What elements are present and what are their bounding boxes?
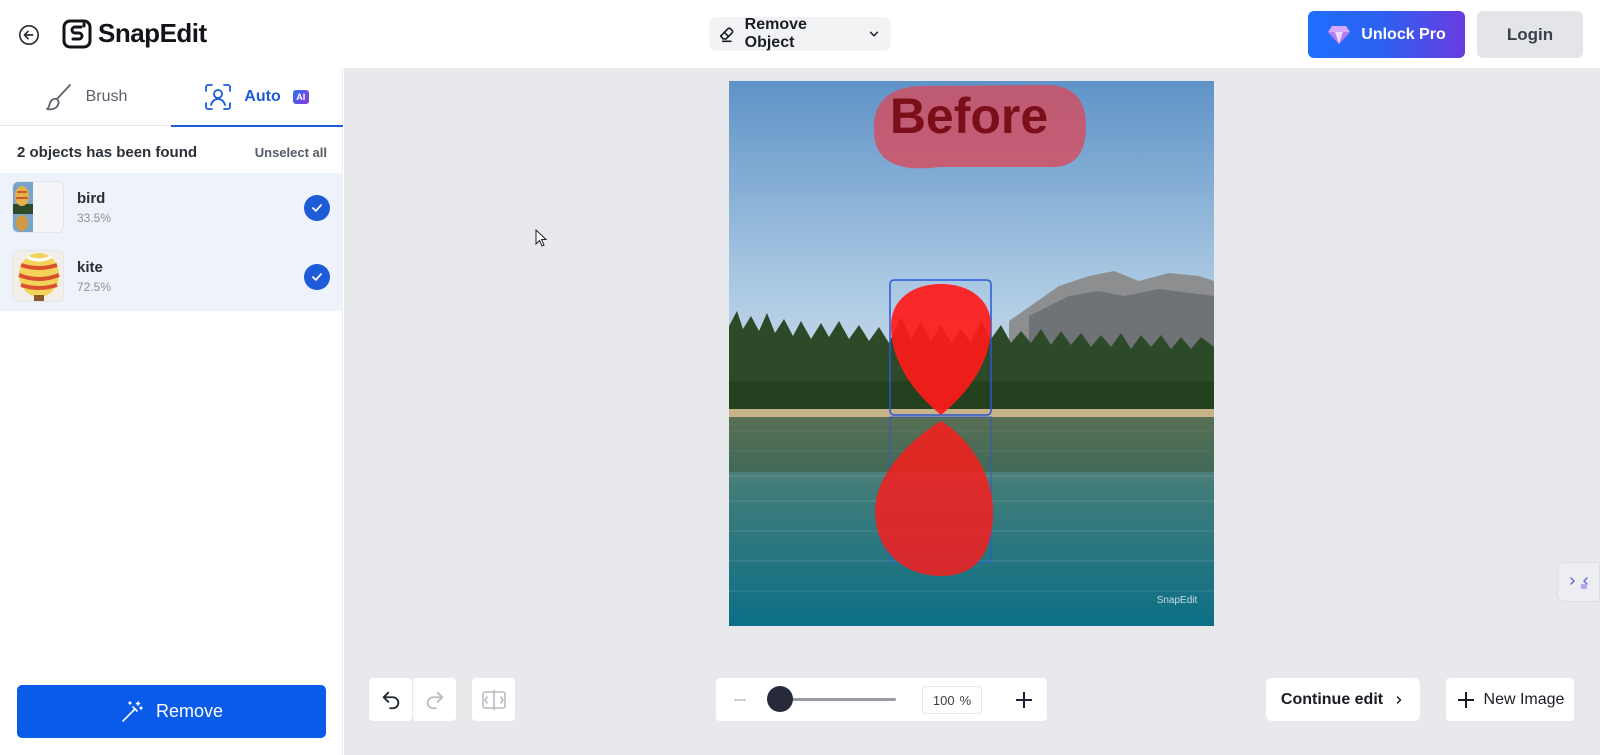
found-summary: 2 objects has been found Unselect all [17, 144, 327, 161]
object-thumbnail [12, 181, 64, 233]
sidebar-panel: Brush Auto AI 2 objects has been found U… [0, 68, 343, 755]
compare-side-handle[interactable] [1557, 562, 1600, 602]
object-confidence: 33.5% [77, 211, 112, 225]
face-scan-icon [205, 84, 232, 110]
compare-icon [481, 689, 506, 710]
object-thumbnail [12, 250, 64, 302]
before-overlay-text: Before [890, 88, 1048, 144]
unselect-all-button[interactable]: Unselect all [255, 145, 327, 160]
chevron-down-icon [867, 27, 881, 41]
tab-auto[interactable]: Auto AI [171, 68, 343, 127]
logo-text: SnapEdit [98, 18, 207, 48]
zoom-slider-track[interactable] [780, 698, 896, 701]
new-image-label: New Image [1483, 690, 1565, 708]
zoom-slider-handle[interactable] [767, 686, 793, 712]
minus-icon [734, 699, 746, 701]
magic-wand-icon [122, 700, 143, 722]
selected-check-icon[interactable] [304, 195, 330, 221]
chevron-right-icon [1396, 695, 1402, 704]
continue-edit-label: Continue edit [1280, 690, 1384, 708]
undo-icon [382, 691, 399, 709]
snapedit-logo[interactable]: SnapEdit [62, 18, 207, 49]
unlock-pro-button[interactable]: Unlock Pro [1308, 11, 1465, 58]
remove-label: Remove [155, 701, 224, 721]
plus-icon [1457, 691, 1474, 708]
zoom-value: 100 [932, 692, 955, 708]
plus-icon [1016, 692, 1032, 708]
zoom-control: 100 % [716, 678, 1047, 721]
redo-icon [426, 691, 443, 709]
continue-edit-button[interactable]: Continue edit [1266, 678, 1420, 721]
collapse-arrows-icon [1569, 577, 1588, 589]
remove-button[interactable]: Remove [17, 685, 326, 738]
list-item[interactable]: kite 72.5% [0, 242, 343, 311]
tool-tabs: Brush Auto AI [0, 68, 343, 127]
brush-icon [45, 84, 71, 111]
tab-brush[interactable]: Brush [0, 68, 171, 126]
canvas-workspace: Before SnapEdit [344, 68, 1600, 755]
zoom-out-button[interactable] [728, 688, 752, 712]
selected-check-icon[interactable] [304, 264, 330, 290]
object-name: kite [77, 259, 103, 276]
undo-button[interactable] [369, 678, 412, 721]
back-arrow-icon[interactable] [16, 22, 42, 48]
watermark-text: SnapEdit [1157, 595, 1198, 606]
list-item[interactable]: bird 33.5% [0, 173, 343, 242]
ai-badge: AI [292, 90, 309, 104]
eraser-icon [719, 27, 734, 43]
detected-objects-list: bird 33.5% kite 72.5% [0, 173, 343, 311]
mouse-pointer-icon [535, 228, 549, 254]
login-button[interactable]: Login [1477, 11, 1583, 58]
image-canvas[interactable]: Before SnapEdit [729, 81, 1214, 626]
app-header: SnapEdit Remove Object Unlock Pro Login [0, 0, 1600, 68]
tab-auto-label: Auto [244, 88, 281, 105]
mode-label: Remove Object [744, 16, 807, 51]
mode-dropdown[interactable]: Remove Object [709, 16, 891, 51]
redo-button[interactable] [413, 678, 456, 721]
diamond-icon [1328, 25, 1351, 44]
snapedit-logo-icon [62, 19, 92, 48]
new-image-button[interactable]: New Image [1446, 678, 1574, 721]
unlock-pro-label: Unlock Pro [1361, 25, 1446, 43]
zoom-in-button[interactable] [1012, 688, 1036, 712]
zoom-unit: % [959, 692, 972, 708]
compare-button[interactable] [472, 678, 515, 721]
zoom-percentage-field[interactable]: 100 % [922, 686, 982, 714]
objects-found-text: 2 objects has been found [17, 144, 198, 161]
object-name: bird [77, 190, 106, 207]
object-confidence: 72.5% [77, 280, 112, 294]
tab-brush-label: Brush [85, 88, 128, 105]
